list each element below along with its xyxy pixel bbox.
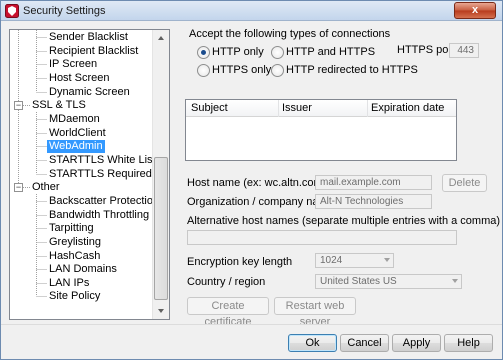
tree-item-lan-ips[interactable]: LAN IPs (49, 277, 89, 290)
country-select[interactable]: United States US (315, 274, 462, 289)
certificate-list-header: Subject Issuer Expiration date (186, 100, 456, 117)
scroll-thumb[interactable] (154, 157, 168, 300)
key-length-value: 1024 (320, 255, 343, 266)
apply-button[interactable]: Apply (392, 334, 441, 352)
settings-tree[interactable]: Sender Blacklist Recipient Blacklist IP … (9, 29, 170, 320)
tree-item-bandwidth-throttling[interactable]: Bandwidth Throttling (49, 209, 149, 222)
column-issuer[interactable]: Issuer (282, 102, 312, 114)
certificate-list[interactable]: Subject Issuer Expiration date (185, 99, 457, 161)
security-settings-window: Security Settings x Sender Blacklist Rec… (0, 0, 503, 360)
key-length-label: Encryption key length (187, 256, 293, 268)
tree-item-other[interactable]: Other (32, 181, 60, 194)
alt-host-names-label: Alternative host names (separate multipl… (187, 215, 501, 227)
tree-item-hashcash[interactable]: HashCash (49, 250, 100, 263)
connections-group-label: Accept the following types of connection… (189, 28, 391, 40)
chevron-down-icon (452, 279, 458, 283)
collapse-other-icon[interactable]: − (14, 183, 23, 192)
column-subject[interactable]: Subject (191, 102, 228, 114)
tree-item-host-screen[interactable]: Host Screen (49, 72, 110, 85)
column-expiration-date[interactable]: Expiration date (371, 102, 444, 114)
radio-https-only-label[interactable]: HTTPS only (212, 64, 271, 76)
radio-https-only[interactable] (197, 64, 210, 77)
tree-item-ip-screen[interactable]: IP Screen (49, 58, 97, 71)
tree-item-mdaemon[interactable]: MDaemon (49, 113, 100, 126)
tree-scrollbar[interactable] (152, 30, 169, 319)
host-name-field[interactable]: mail.example.com (315, 175, 432, 190)
country-value: United States US (320, 276, 397, 287)
tree-item-starttls-white-list[interactable]: STARTTLS White List (49, 154, 156, 167)
tree-item-recipient-blacklist[interactable]: Recipient Blacklist (49, 45, 138, 58)
footer-divider (1, 324, 502, 325)
https-port-label: HTTPS port (397, 44, 456, 56)
key-length-select[interactable]: 1024 (315, 253, 394, 268)
https-port-field[interactable]: 443 (449, 43, 479, 58)
radio-http-redirected[interactable] (271, 64, 284, 77)
radio-http-redirected-label[interactable]: HTTP redirected to HTTPS (286, 64, 418, 76)
tree-item-site-policy[interactable]: Site Policy (49, 290, 100, 303)
tree-item-dynamic-screen[interactable]: Dynamic Screen (49, 86, 130, 99)
tree-item-backscatter-protection[interactable]: Backscatter Protection (49, 195, 159, 208)
delete-button[interactable]: Delete (442, 174, 487, 192)
scroll-up-button[interactable] (153, 30, 169, 47)
host-name-label: Host name (ex: wc.altn.com) (187, 177, 327, 189)
radio-http-only-label[interactable]: HTTP only (212, 46, 264, 58)
create-certificate-button[interactable]: Create certificate (187, 297, 269, 328)
country-label: Country / region (187, 276, 266, 288)
restart-web-server-button[interactable]: Restart web server (274, 297, 356, 328)
column-separator[interactable] (367, 100, 368, 117)
scroll-down-button[interactable] (153, 302, 169, 319)
radio-http-and-https-label[interactable]: HTTP and HTTPS (286, 46, 375, 58)
scroll-up-icon (158, 36, 164, 40)
organization-label: Organization / company name (187, 196, 334, 208)
help-button[interactable]: Help (444, 334, 493, 352)
chevron-down-icon (384, 258, 390, 262)
column-separator[interactable] (278, 100, 279, 117)
tree-item-lan-domains[interactable]: LAN Domains (49, 263, 117, 276)
radio-http-only[interactable] (197, 46, 210, 59)
cancel-button[interactable]: Cancel (340, 334, 389, 352)
tree-item-greylisting[interactable]: Greylisting (49, 236, 101, 249)
window-title: Security Settings (23, 5, 106, 17)
tree-item-ssl-tls[interactable]: SSL & TLS (32, 99, 86, 112)
tree-item-webadmin[interactable]: WebAdmin (47, 140, 105, 153)
collapse-ssl-tls-icon[interactable]: − (14, 101, 23, 110)
close-button[interactable]: x (454, 2, 496, 19)
radio-http-and-https[interactable] (271, 46, 284, 59)
title-bar[interactable]: Security Settings x (1, 1, 502, 21)
ok-button[interactable]: Ok (288, 334, 337, 352)
scroll-down-icon (158, 309, 164, 313)
tree-item-tarpitting[interactable]: Tarpitting (49, 222, 94, 235)
close-icon: x (471, 4, 479, 16)
alt-host-names-field[interactable] (187, 230, 457, 245)
app-icon (5, 4, 19, 18)
organization-field[interactable]: Alt-N Technologies (315, 194, 432, 209)
tree-item-sender-blacklist[interactable]: Sender Blacklist (49, 31, 128, 44)
tree-item-worldclient[interactable]: WorldClient (49, 127, 106, 140)
